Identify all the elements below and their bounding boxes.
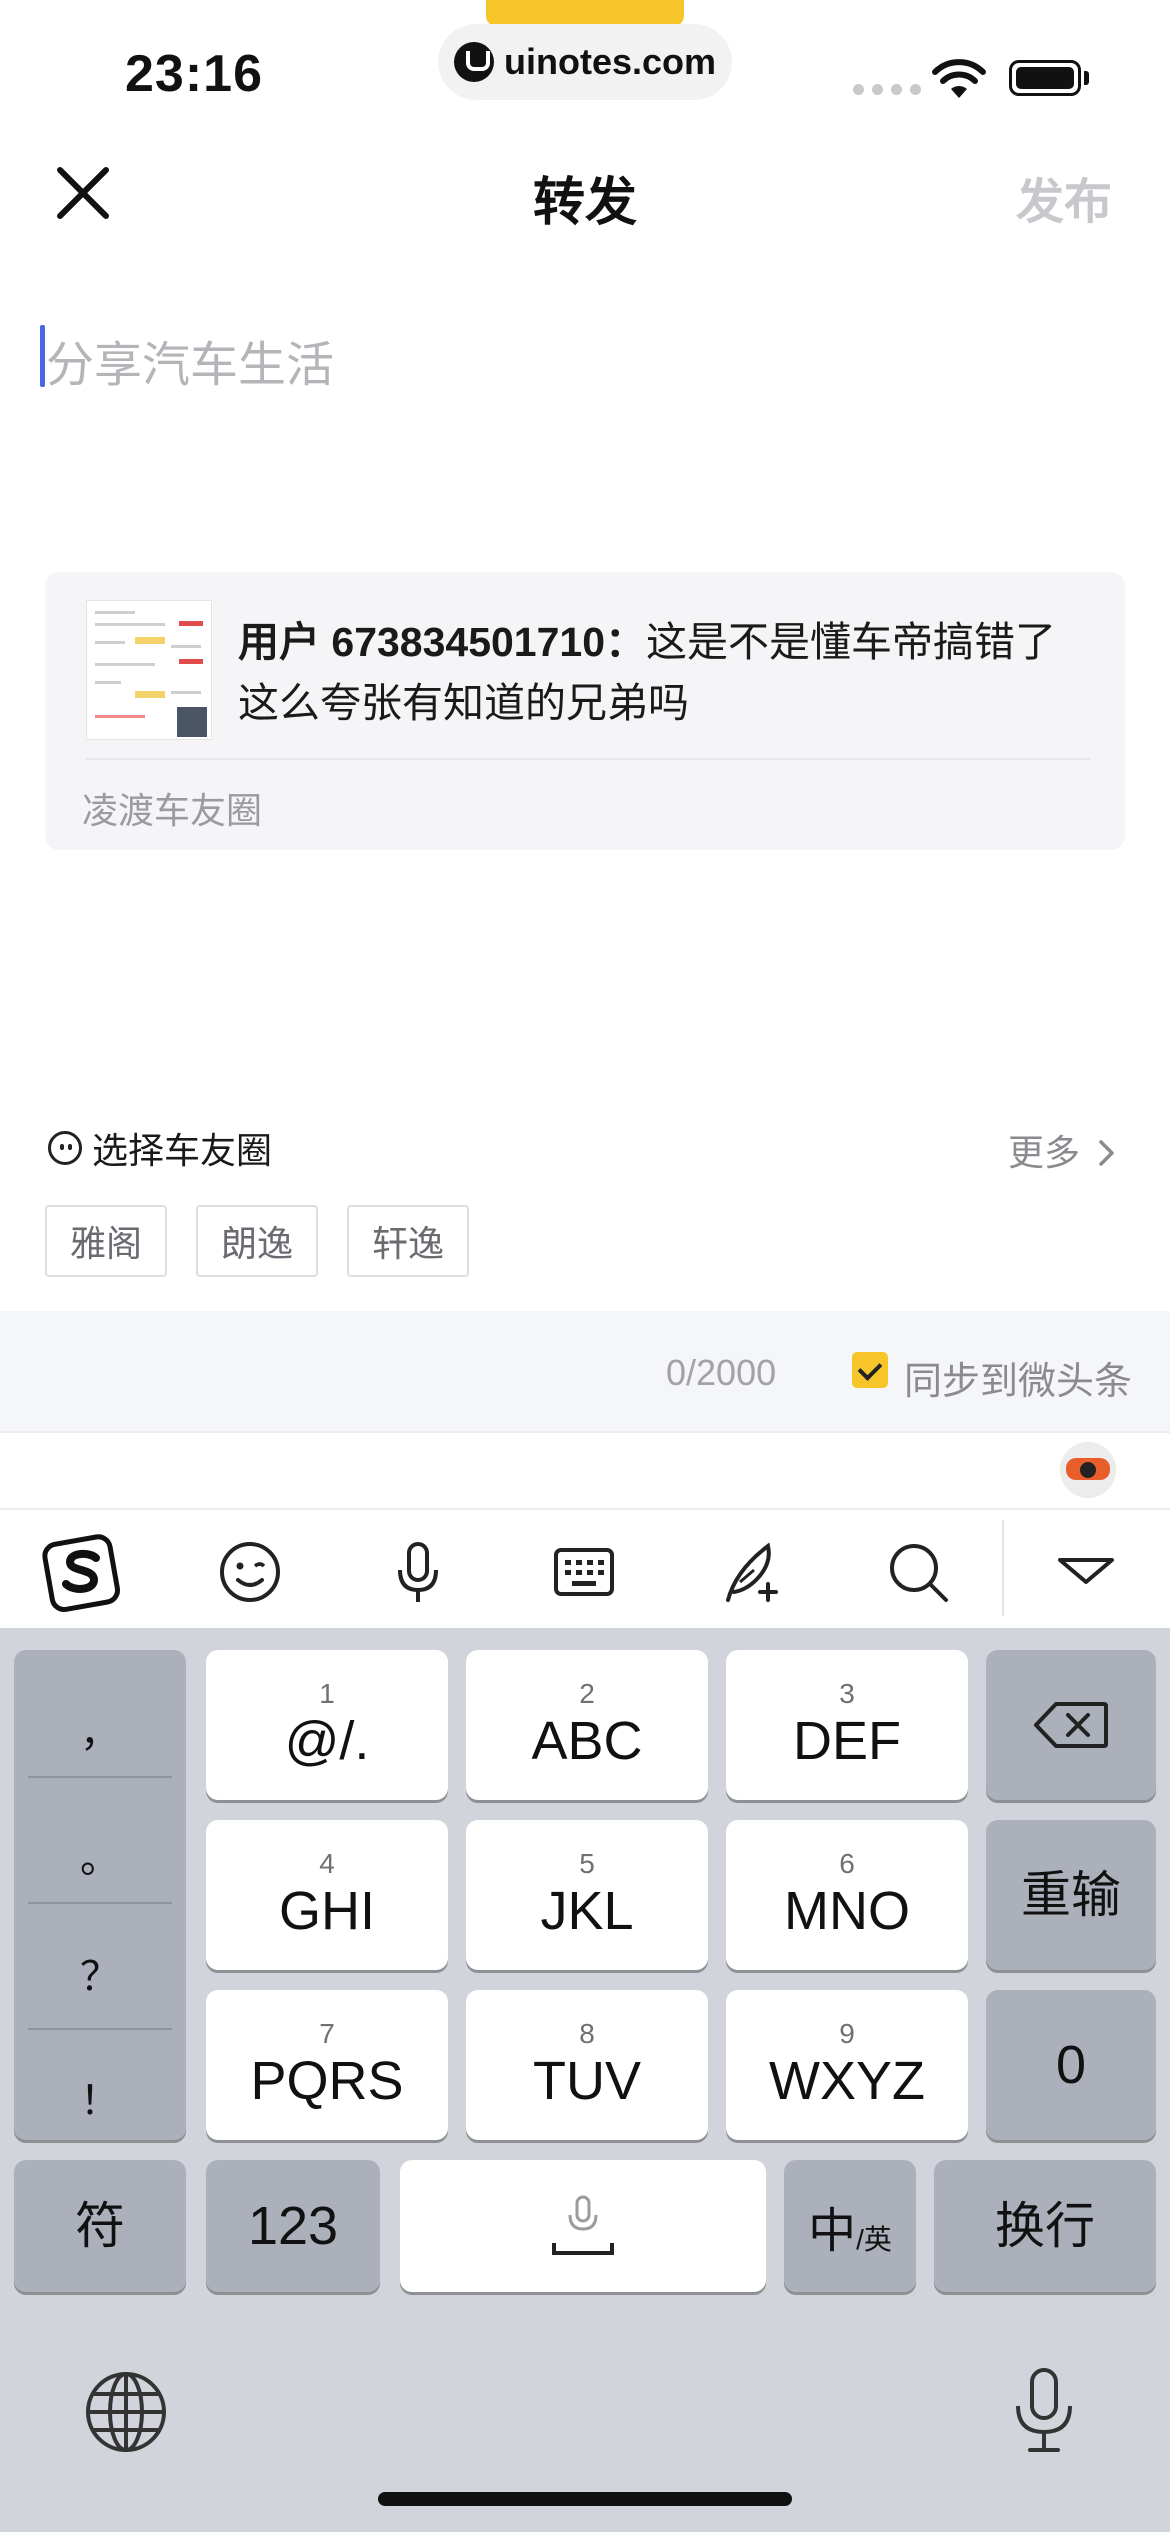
- key-8[interactable]: 8 TUV: [466, 1990, 708, 2140]
- circle-tag[interactable]: 朗逸: [196, 1205, 318, 1277]
- more-label: 更多: [1007, 1132, 1080, 1173]
- publish-button[interactable]: 发布: [1016, 162, 1112, 232]
- key-2[interactable]: 2 ABC: [466, 1650, 708, 1800]
- key-letters: GHI: [278, 1881, 375, 1941]
- circle-face-icon: [48, 1131, 82, 1165]
- cellular-signal-icon: [853, 84, 921, 95]
- app-banner-tab: [486, 0, 684, 26]
- page-title: 转发: [532, 174, 637, 232]
- select-circle-label: 选择车友圈: [92, 1130, 273, 1171]
- more-circles-link[interactable]: 更多: [1008, 1124, 1118, 1176]
- quoted-post-text: 用户 673834501710：这是不是懂车帝搞错了 这么夸张有知道的兄弟吗: [238, 612, 1078, 734]
- key-3[interactable]: 3 DEF: [726, 1650, 968, 1800]
- punct-exclaim-key[interactable]: ！: [14, 2068, 186, 2126]
- key-number: 3: [839, 1678, 855, 1709]
- status-time: 23:16: [125, 45, 263, 103]
- url-text: uinotes.com: [503, 41, 717, 82]
- sync-checkbox[interactable]: [852, 1352, 888, 1388]
- key-letters: DEF: [793, 1711, 901, 1771]
- key-number: 4: [319, 1848, 335, 1879]
- chevron-right-icon: [1099, 1140, 1114, 1166]
- key-number: 7: [319, 2018, 335, 2049]
- key-7[interactable]: 7 PQRS: [206, 1990, 448, 2140]
- key-number: 8: [579, 2018, 595, 2049]
- toolbar-separator: [1002, 1520, 1004, 1616]
- key-letters: @/.: [284, 1711, 370, 1771]
- handwriting-icon[interactable]: [710, 1530, 794, 1614]
- sogou-logo-icon[interactable]: [40, 1530, 124, 1614]
- punct-divider: [28, 1902, 172, 1904]
- battery-icon: [1009, 60, 1081, 96]
- site-logo-icon: [453, 42, 494, 82]
- backspace-icon: [1034, 1702, 1108, 1748]
- circle-tag[interactable]: 雅阁: [45, 1205, 167, 1277]
- select-circle-button[interactable]: 选择车友圈: [48, 1122, 272, 1174]
- battery-tip: [1084, 71, 1089, 85]
- punct-period-key[interactable]: 。: [14, 1826, 186, 1884]
- text-caret: [40, 325, 45, 387]
- reenter-key[interactable]: 重输: [986, 1820, 1156, 1970]
- key-4[interactable]: 4 GHI: [206, 1820, 448, 1970]
- key-letters: JKL: [540, 1881, 634, 1941]
- language-switch-key[interactable]: 中 /英: [784, 2160, 916, 2292]
- key-number: 6: [839, 1848, 855, 1879]
- key-number: 9: [839, 2018, 855, 2049]
- globe-icon[interactable]: [84, 2370, 168, 2454]
- quoted-post-user: 用户 673834501710: [238, 619, 606, 665]
- wifi-icon: [932, 59, 986, 98]
- backspace-key[interactable]: [986, 1650, 1156, 1800]
- zero-label: 0: [1055, 2035, 1087, 2095]
- dictation-icon[interactable]: [1002, 2366, 1086, 2456]
- mascot-icon[interactable]: [1060, 1442, 1116, 1498]
- key-number: 5: [579, 1848, 595, 1879]
- circle-tags: 雅阁 朗逸 轩逸: [45, 1205, 469, 1277]
- number-mode-label: 123: [247, 2196, 339, 2256]
- url-pill[interactable]: uinotes.com: [438, 24, 732, 100]
- symbols-label: 符: [75, 2198, 125, 2254]
- punct-comma-key[interactable]: ，: [14, 1700, 186, 1758]
- sync-label[interactable]: 同步到微头条: [904, 1350, 1132, 1405]
- microphone-icon[interactable]: [376, 1530, 460, 1614]
- key-letters: ABC: [531, 1711, 643, 1771]
- punct-divider: [28, 1776, 172, 1778]
- quoted-post-sep: ：: [605, 619, 647, 665]
- lang-sub-label: /英: [856, 2224, 892, 2255]
- emoji-icon[interactable]: [208, 1530, 292, 1614]
- key-5[interactable]: 5 JKL: [466, 1820, 708, 1970]
- key-1[interactable]: 1 @/.: [206, 1650, 448, 1800]
- circle-tag[interactable]: 轩逸: [347, 1205, 469, 1277]
- key-letters: MNO: [784, 1881, 910, 1941]
- quoted-post-circle: 凌渡车友圈: [82, 790, 263, 831]
- punct-divider: [28, 2028, 172, 2030]
- compose-input[interactable]: 分享汽车生活: [46, 325, 334, 395]
- divider: [0, 1431, 1170, 1433]
- enter-label: 换行: [995, 2198, 1095, 2254]
- char-count: 0/2000: [666, 1352, 777, 1393]
- quoted-post-thumbnail: [86, 600, 212, 740]
- number-mode-key[interactable]: 123: [206, 2160, 380, 2292]
- key-letters: PQRS: [250, 2051, 404, 2111]
- search-icon[interactable]: [876, 1530, 960, 1614]
- space-mic-icon: [552, 2195, 614, 2255]
- punct-question-key[interactable]: ？: [14, 1944, 186, 2002]
- key-number: 2: [579, 1678, 595, 1709]
- key-number: 1: [319, 1678, 335, 1709]
- lang-main-label: 中: [808, 2205, 857, 2258]
- key-0[interactable]: 0: [986, 1990, 1156, 2140]
- card-divider: [86, 758, 1090, 760]
- collapse-keyboard-icon[interactable]: [1044, 1530, 1128, 1614]
- home-indicator: [378, 2492, 792, 2506]
- enter-key[interactable]: 换行: [934, 2160, 1156, 2292]
- reenter-label: 重输: [1021, 1867, 1121, 1923]
- key-9[interactable]: 9 WXYZ: [726, 1990, 968, 2140]
- symbols-key[interactable]: 符: [14, 2160, 186, 2292]
- key-letters: WXYZ: [769, 2051, 925, 2111]
- keyboard-icon[interactable]: [542, 1530, 626, 1614]
- key-letters: TUV: [533, 2051, 641, 2111]
- key-6[interactable]: 6 MNO: [726, 1820, 968, 1970]
- space-key[interactable]: [400, 2160, 766, 2292]
